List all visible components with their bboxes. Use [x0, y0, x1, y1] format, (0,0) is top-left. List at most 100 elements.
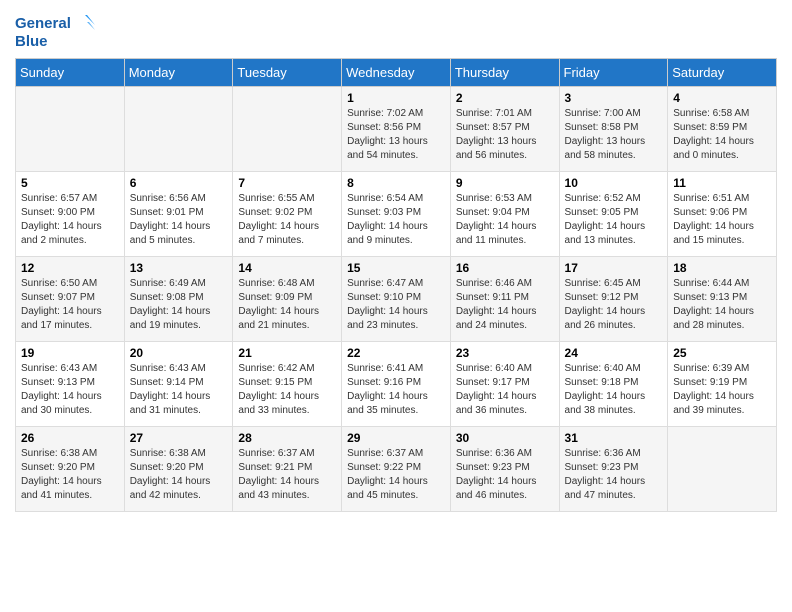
calendar-cell: 24 Sunrise: 6:40 AM Sunset: 9:18 PM Dayli… [559, 342, 668, 427]
calendar-cell: 10Sunrise: 6:52 AM Sunset: 9:05 PM Dayli… [559, 172, 668, 257]
logo: General Blue [15, 10, 95, 50]
calendar-table: SundayMondayTuesdayWednesdayThursdayFrid… [15, 58, 777, 512]
calendar-cell: 31Sunrise: 6:36 AM Sunset: 9:23 PM Dayli… [559, 427, 668, 512]
calendar-week-row: 26 Sunrise: 6:38 AM Sunset: 9:20 PM Dayli… [16, 427, 777, 512]
day-number: 30 [456, 431, 554, 445]
logo-svg: General Blue [15, 10, 95, 50]
day-number: 9 [456, 176, 554, 190]
calendar-cell: 17Sunrise: 6:45 AM Sunset: 9:12 PM Dayli… [559, 257, 668, 342]
calendar-cell [668, 427, 777, 512]
day-info: Sunrise: 6:55 AM Sunset: 9:02 PM Dayligh… [238, 192, 336, 248]
day-number: 17 [565, 261, 663, 275]
calendar-week-row: 19 Sunrise: 6:43 AM Sunset: 9:13 PM Dayli… [16, 342, 777, 427]
day-number: 27 [130, 431, 228, 445]
day-info: Sunrise: 6:37 AM Sunset: 9:21 PM Dayligh… [238, 447, 336, 503]
calendar-cell: 13Sunrise: 6:49 AM Sunset: 9:08 PM Dayli… [124, 257, 233, 342]
calendar-cell: 5 Sunrise: 6:57 AM Sunset: 9:00 PM Daylig… [16, 172, 125, 257]
day-info: Sunrise: 6:36 AM Sunset: 9:23 PM Dayligh… [565, 447, 663, 503]
day-info: Sunrise: 6:40 AM Sunset: 9:17 PM Dayligh… [456, 362, 554, 418]
weekday-header-sunday: Sunday [16, 59, 125, 87]
day-info: Sunrise: 6:36 AM Sunset: 9:23 PM Dayligh… [456, 447, 554, 503]
day-info: Sunrise: 6:41 AM Sunset: 9:16 PM Dayligh… [347, 362, 445, 418]
day-info: Sunrise: 7:00 AM Sunset: 8:58 PM Dayligh… [565, 107, 663, 163]
day-number: 5 [21, 176, 119, 190]
calendar-cell: 22Sunrise: 6:41 AM Sunset: 9:16 PM Dayli… [342, 342, 451, 427]
calendar-cell [124, 87, 233, 172]
day-info: Sunrise: 6:43 AM Sunset: 9:14 PM Dayligh… [130, 362, 228, 418]
day-number: 1 [347, 91, 445, 105]
calendar-cell: 26 Sunrise: 6:38 AM Sunset: 9:20 PM Dayli… [16, 427, 125, 512]
day-number: 19 [21, 346, 119, 360]
calendar-cell: 6 Sunrise: 6:56 AM Sunset: 9:01 PM Daylig… [124, 172, 233, 257]
day-number: 24 [565, 346, 663, 360]
calendar-cell: 11Sunrise: 6:51 AM Sunset: 9:06 PM Dayli… [668, 172, 777, 257]
day-number: 8 [347, 176, 445, 190]
calendar-cell: 14Sunrise: 6:48 AM Sunset: 9:09 PM Dayli… [233, 257, 342, 342]
calendar-cell [16, 87, 125, 172]
weekday-header-friday: Friday [559, 59, 668, 87]
day-info: Sunrise: 7:01 AM Sunset: 8:57 PM Dayligh… [456, 107, 554, 163]
calendar-cell [233, 87, 342, 172]
svg-text:General: General [15, 15, 71, 32]
day-info: Sunrise: 6:43 AM Sunset: 9:13 PM Dayligh… [21, 362, 119, 418]
calendar-cell: 30 Sunrise: 6:36 AM Sunset: 9:23 PM Dayli… [450, 427, 559, 512]
day-info: Sunrise: 6:47 AM Sunset: 9:10 PM Dayligh… [347, 277, 445, 333]
day-info: Sunrise: 6:46 AM Sunset: 9:11 PM Dayligh… [456, 277, 554, 333]
calendar-cell: 8Sunrise: 6:54 AM Sunset: 9:03 PM Daylig… [342, 172, 451, 257]
day-number: 18 [673, 261, 771, 275]
day-info: Sunrise: 6:38 AM Sunset: 9:20 PM Dayligh… [21, 447, 119, 503]
weekday-header-row: SundayMondayTuesdayWednesdayThursdayFrid… [16, 59, 777, 87]
day-info: Sunrise: 6:49 AM Sunset: 9:08 PM Dayligh… [130, 277, 228, 333]
day-info: Sunrise: 6:57 AM Sunset: 9:00 PM Dayligh… [21, 192, 119, 248]
calendar-cell: 2 Sunrise: 7:01 AM Sunset: 8:57 PM Daylig… [450, 87, 559, 172]
day-info: Sunrise: 6:39 AM Sunset: 9:19 PM Dayligh… [673, 362, 771, 418]
day-info: Sunrise: 6:56 AM Sunset: 9:01 PM Dayligh… [130, 192, 228, 248]
svg-text:Blue: Blue [15, 33, 48, 50]
day-info: Sunrise: 6:52 AM Sunset: 9:05 PM Dayligh… [565, 192, 663, 248]
day-info: Sunrise: 6:58 AM Sunset: 8:59 PM Dayligh… [673, 107, 771, 163]
weekday-header-saturday: Saturday [668, 59, 777, 87]
calendar-cell: 4 Sunrise: 6:58 AM Sunset: 8:59 PM Daylig… [668, 87, 777, 172]
day-number: 15 [347, 261, 445, 275]
calendar-week-row: 5 Sunrise: 6:57 AM Sunset: 9:00 PM Daylig… [16, 172, 777, 257]
day-info: Sunrise: 6:40 AM Sunset: 9:18 PM Dayligh… [565, 362, 663, 418]
calendar-cell: 23 Sunrise: 6:40 AM Sunset: 9:17 PM Dayli… [450, 342, 559, 427]
calendar-week-row: 1 Sunrise: 7:02 AM Sunset: 8:56 PM Daylig… [16, 87, 777, 172]
calendar-cell: 12 Sunrise: 6:50 AM Sunset: 9:07 PM Dayli… [16, 257, 125, 342]
day-number: 23 [456, 346, 554, 360]
day-info: Sunrise: 6:50 AM Sunset: 9:07 PM Dayligh… [21, 277, 119, 333]
calendar-cell: 9 Sunrise: 6:53 AM Sunset: 9:04 PM Daylig… [450, 172, 559, 257]
calendar-cell: 29 Sunrise: 6:37 AM Sunset: 9:22 PM Dayli… [342, 427, 451, 512]
day-info: Sunrise: 6:37 AM Sunset: 9:22 PM Dayligh… [347, 447, 445, 503]
day-number: 20 [130, 346, 228, 360]
calendar-cell: 19 Sunrise: 6:43 AM Sunset: 9:13 PM Dayli… [16, 342, 125, 427]
calendar-cell: 25Sunrise: 6:39 AM Sunset: 9:19 PM Dayli… [668, 342, 777, 427]
day-info: Sunrise: 6:48 AM Sunset: 9:09 PM Dayligh… [238, 277, 336, 333]
day-number: 26 [21, 431, 119, 445]
day-number: 3 [565, 91, 663, 105]
calendar-cell: 27Sunrise: 6:38 AM Sunset: 9:20 PM Dayli… [124, 427, 233, 512]
day-number: 2 [456, 91, 554, 105]
calendar-cell: 18Sunrise: 6:44 AM Sunset: 9:13 PM Dayli… [668, 257, 777, 342]
day-number: 7 [238, 176, 336, 190]
calendar-cell: 20 Sunrise: 6:43 AM Sunset: 9:14 PM Dayli… [124, 342, 233, 427]
day-number: 6 [130, 176, 228, 190]
day-info: Sunrise: 7:02 AM Sunset: 8:56 PM Dayligh… [347, 107, 445, 163]
calendar-cell: 3 Sunrise: 7:00 AM Sunset: 8:58 PM Daylig… [559, 87, 668, 172]
day-number: 16 [456, 261, 554, 275]
day-number: 29 [347, 431, 445, 445]
weekday-header-wednesday: Wednesday [342, 59, 451, 87]
day-number: 21 [238, 346, 336, 360]
calendar-cell: 7 Sunrise: 6:55 AM Sunset: 9:02 PM Daylig… [233, 172, 342, 257]
calendar-cell: 1 Sunrise: 7:02 AM Sunset: 8:56 PM Daylig… [342, 87, 451, 172]
weekday-header-tuesday: Tuesday [233, 59, 342, 87]
day-number: 4 [673, 91, 771, 105]
calendar-cell: 28 Sunrise: 6:37 AM Sunset: 9:21 PM Dayli… [233, 427, 342, 512]
day-number: 12 [21, 261, 119, 275]
weekday-header-thursday: Thursday [450, 59, 559, 87]
calendar-cell: 16 Sunrise: 6:46 AM Sunset: 9:11 PM Dayli… [450, 257, 559, 342]
day-number: 28 [238, 431, 336, 445]
day-info: Sunrise: 6:42 AM Sunset: 9:15 PM Dayligh… [238, 362, 336, 418]
calendar-cell: 15 Sunrise: 6:47 AM Sunset: 9:10 PM Dayli… [342, 257, 451, 342]
day-info: Sunrise: 6:53 AM Sunset: 9:04 PM Dayligh… [456, 192, 554, 248]
